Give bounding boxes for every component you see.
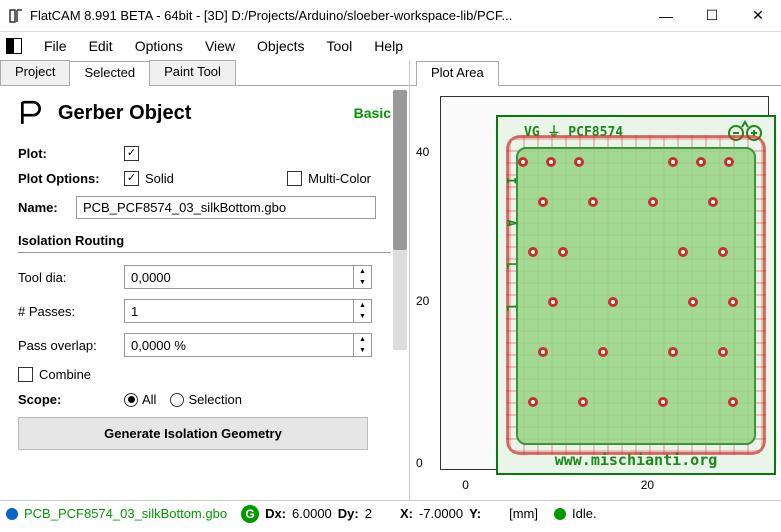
menu-edit[interactable]: Edit <box>79 36 123 56</box>
y-tick: 0 <box>416 456 423 470</box>
overlap-label: Pass overlap: <box>18 338 124 353</box>
tab-plot-area[interactable]: Plot Area <box>416 61 499 86</box>
combine-label: Combine <box>39 367 91 382</box>
generate-isolation-button[interactable]: Generate Isolation Geometry <box>18 417 368 450</box>
scope-label: Scope: <box>18 392 124 407</box>
scope-selection-radio[interactable] <box>170 393 184 407</box>
gerber-icon <box>18 100 44 126</box>
close-button[interactable]: ✕ <box>735 0 781 32</box>
plot-checkbox[interactable] <box>124 146 139 161</box>
name-input[interactable] <box>76 196 376 219</box>
left-tabs: Project Selected Paint Tool <box>0 60 409 86</box>
multicolor-label: Multi-Color <box>308 171 371 186</box>
isolation-heading: Isolation Routing <box>18 233 391 253</box>
multicolor-checkbox[interactable] <box>287 171 302 186</box>
mode-basic[interactable]: Basic <box>354 105 391 121</box>
tool-dia-input[interactable] <box>125 266 353 288</box>
y-tick: 20 <box>416 294 429 308</box>
tab-project[interactable]: Project <box>0 60 70 85</box>
combine-checkbox[interactable] <box>18 367 33 382</box>
scope-selection-label: Selection <box>188 392 241 407</box>
tab-selected[interactable]: Selected <box>69 61 150 86</box>
dx-value: 6.0000 <box>292 506 332 521</box>
theme-toggle-icon[interactable] <box>6 38 22 54</box>
passes-spinner[interactable]: ▲▼ <box>124 299 372 323</box>
status-bar: PCB_PCF8574_03_silkBottom.gbo G Dx: 6.00… <box>0 500 781 526</box>
panel-heading: Gerber Object <box>58 102 340 125</box>
menu-view[interactable]: View <box>195 36 245 56</box>
menu-objects[interactable]: Objects <box>247 36 314 56</box>
minimize-button[interactable]: — <box>643 0 689 32</box>
passes-label: # Passes: <box>18 304 124 319</box>
titlebar: FlatCAM 8.991 BETA - 64bit - [3D] D:/Pro… <box>0 0 781 32</box>
status-filename: PCB_PCF8574_03_silkBottom.gbo <box>24 506 227 521</box>
pcb-copper <box>516 147 756 445</box>
x-label: X: <box>400 506 413 521</box>
grid-icon[interactable]: G <box>241 505 259 523</box>
maximize-button[interactable]: ☐ <box>689 0 735 32</box>
passes-input[interactable] <box>125 300 353 322</box>
pcb-outline: VG ⏚ PCF8574 I A L L www.mischianti.org <box>496 115 776 475</box>
tab-paint-tool[interactable]: Paint Tool <box>149 60 236 85</box>
idle-dot-icon <box>554 508 566 520</box>
dy-value: 2 <box>365 506 372 521</box>
pcb-label-side: I A L L <box>504 177 518 326</box>
menu-tool[interactable]: Tool <box>317 36 363 56</box>
y-tick: 40 <box>416 145 429 159</box>
app-icon <box>8 8 24 24</box>
y-label: Y: <box>469 506 481 521</box>
x-tick: 0 <box>462 478 469 492</box>
overlap-spinner[interactable]: ▲▼ <box>124 333 372 357</box>
status-text: Idle. <box>572 506 597 521</box>
panel-scrollbar[interactable] <box>393 90 407 350</box>
x-value: -7.0000 <box>419 506 463 521</box>
menubar: File Edit Options View Objects Tool Help <box>0 32 781 60</box>
plot-options-label: Plot Options: <box>18 171 124 186</box>
window-title: FlatCAM 8.991 BETA - 64bit - [3D] D:/Pro… <box>30 8 643 23</box>
menu-help[interactable]: Help <box>364 36 413 56</box>
solid-checkbox[interactable] <box>124 171 139 186</box>
left-panel: Project Selected Paint Tool Gerber Objec… <box>0 60 410 500</box>
scope-all-label: All <box>142 392 156 407</box>
scope-all-radio[interactable] <box>124 393 138 407</box>
solid-label: Solid <box>145 171 174 186</box>
x-tick: 20 <box>641 478 654 492</box>
tool-dia-label: Tool dia: <box>18 270 124 285</box>
tool-dia-spinner[interactable]: ▲▼ <box>124 265 372 289</box>
plot-canvas[interactable]: VG ⏚ PCF8574 I A L L www.mischianti.org <box>440 96 769 470</box>
plot-label: Plot: <box>18 146 124 161</box>
units-label: [mm] <box>509 506 538 521</box>
menu-options[interactable]: Options <box>125 36 193 56</box>
pcb-label-bottom: www.mischianti.org <box>498 451 774 469</box>
name-label: Name: <box>18 200 76 215</box>
overlap-input[interactable] <box>125 334 353 356</box>
right-panel: Plot Area 40 20 0 0 20 VG ⏚ PCF8574 <box>410 60 781 500</box>
plot-area[interactable]: 40 20 0 0 20 VG ⏚ PCF8574 <box>410 86 781 500</box>
menu-file[interactable]: File <box>34 36 77 56</box>
status-dot-icon <box>6 508 18 520</box>
dx-label: Dx: <box>265 506 286 521</box>
dy-label: Dy: <box>338 506 359 521</box>
